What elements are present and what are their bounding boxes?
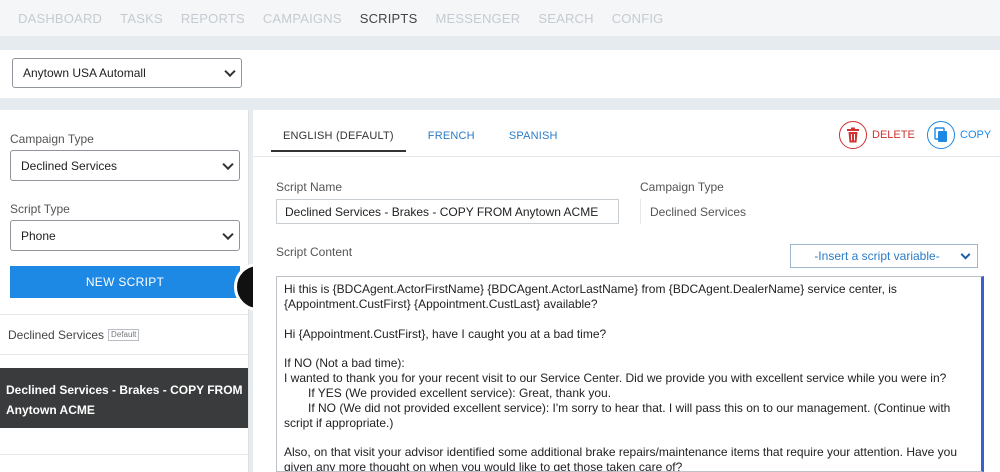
language-tabs: ENGLISH (DEFAULT) FRENCH SPANISH	[271, 122, 580, 152]
nav-config[interactable]: CONFIG	[612, 11, 664, 26]
copy-button[interactable]: COPY	[927, 121, 991, 149]
nav-scripts[interactable]: SCRIPTS	[360, 11, 418, 26]
script-content-editor[interactable]: Hi this is {BDCAgent.ActorFirstName} {BD…	[276, 276, 984, 472]
copy-label: COPY	[960, 129, 992, 141]
script-list-item-name-line1: Declined Services - Brakes - COPY FROM	[6, 383, 243, 397]
nav-dashboard[interactable]: DASHBOARD	[18, 11, 102, 26]
script-type-select[interactable]: Phone	[10, 220, 240, 251]
script-type-select-value: Phone	[21, 228, 56, 243]
divider	[0, 314, 248, 315]
chevron-down-icon	[224, 65, 236, 78]
campaign-type-readonly-label: Campaign Type	[640, 180, 724, 194]
tab-english[interactable]: ENGLISH (DEFAULT)	[271, 122, 406, 152]
script-name-label: Script Name	[276, 180, 343, 194]
script-paragraph: Hi {Appointment.CustFirst}, have I caugh…	[284, 326, 607, 341]
nav-search[interactable]: SEARCH	[538, 11, 593, 26]
script-list-item-selected[interactable]: Declined Services - Brakes - COPY FROM A…	[0, 368, 248, 428]
campaign-type-readonly-value: Declined Services	[640, 199, 780, 224]
script-paragraph: If NO (We did not provided excellent ser…	[284, 400, 951, 430]
script-paragraph: I wanted to thank you for your recent vi…	[284, 371, 947, 386]
script-paragraph: Hi this is {BDCAgent.ActorFirstName} {BD…	[284, 282, 897, 311]
dealer-select[interactable]: Anytown USA Automall	[12, 58, 242, 88]
nav-messenger[interactable]: MESSENGER	[435, 11, 520, 26]
trash-icon	[839, 121, 867, 149]
chevron-down-icon	[222, 158, 234, 170]
top-nav: DASHBOARD TASKS REPORTS CAMPAIGNS SCRIPT…	[0, 0, 1000, 36]
default-badge: Default	[108, 329, 140, 341]
insert-variable-placeholder: -Insert a script variable-	[814, 249, 940, 263]
new-script-button[interactable]: NEW SCRIPT	[10, 266, 240, 298]
script-list-item-default[interactable]: Declined Services Default	[8, 328, 140, 342]
script-editor-panel: ENGLISH (DEFAULT) FRENCH SPANISH DELETE …	[253, 110, 1000, 472]
delete-button[interactable]: DELETE	[839, 121, 915, 149]
script-paragraph: Also, on that visit your advisor identif…	[284, 445, 958, 472]
script-sidebar: Campaign Type Declined Services Script T…	[0, 110, 249, 472]
tabs-divider	[253, 156, 1000, 157]
copy-icon	[927, 121, 955, 149]
script-list-item-name: Declined Services	[8, 328, 105, 342]
nav-tasks[interactable]: TASKS	[120, 11, 163, 26]
script-name-input[interactable]: Declined Services - Brakes - COPY FROM A…	[276, 199, 619, 224]
campaign-type-label: Campaign Type	[10, 132, 94, 146]
divider	[0, 354, 248, 355]
chevron-down-icon	[960, 249, 971, 260]
insert-variable-select[interactable]: -Insert a script variable-	[790, 244, 978, 268]
dealer-select-value: Anytown USA Automall	[23, 66, 146, 80]
tab-french[interactable]: FRENCH	[416, 122, 487, 152]
chevron-down-icon	[222, 228, 234, 240]
script-content-label: Script Content	[276, 245, 353, 259]
campaign-type-select[interactable]: Declined Services	[10, 150, 240, 181]
script-paragraph: If YES (We provided excellent service): …	[308, 385, 612, 400]
script-list-item-name-line2: Anytown ACME	[6, 403, 95, 417]
script-type-label: Script Type	[10, 202, 70, 216]
campaign-type-select-value: Declined Services	[21, 158, 118, 173]
nav-reports[interactable]: REPORTS	[181, 11, 245, 26]
dealer-bar: Anytown USA Automall	[0, 50, 1000, 98]
nav-campaigns[interactable]: CAMPAIGNS	[263, 11, 342, 26]
header-spacer	[0, 36, 1000, 50]
divider	[0, 454, 248, 455]
tab-spanish[interactable]: SPANISH	[497, 122, 570, 152]
delete-label: DELETE	[872, 129, 915, 141]
script-paragraph: If NO (Not a bad time):	[284, 356, 405, 371]
